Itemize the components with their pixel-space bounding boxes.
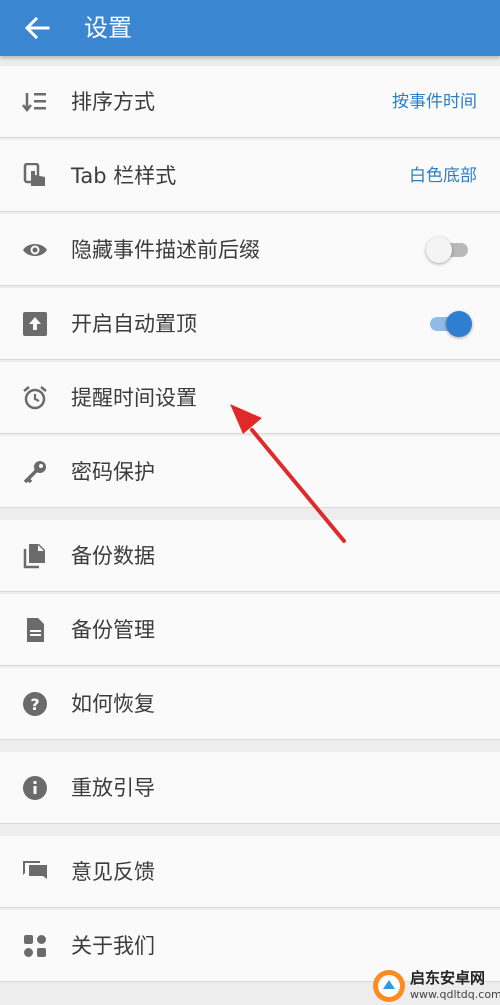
watermark: 启东安卓网 www.qdltdq.com bbox=[372, 969, 500, 1003]
watermark-logo-icon bbox=[373, 970, 405, 1002]
setting-label: 意见反馈 bbox=[71, 860, 155, 884]
auto-pin-toggle[interactable] bbox=[426, 310, 472, 338]
alarm-clock-icon bbox=[23, 386, 47, 410]
toggle-knob bbox=[446, 311, 472, 337]
toggle-knob bbox=[426, 237, 452, 263]
setting-password[interactable]: 密码保护 bbox=[0, 436, 500, 508]
setting-label: 关于我们 bbox=[71, 934, 155, 958]
setting-how-restore[interactable]: ? 如何恢复 bbox=[0, 668, 500, 740]
setting-backup-data[interactable]: 备份数据 bbox=[0, 520, 500, 592]
help-circle-icon: ? bbox=[23, 692, 47, 716]
setting-backup-manage[interactable]: 备份管理 bbox=[0, 594, 500, 666]
setting-label: 提醒时间设置 bbox=[71, 386, 197, 410]
watermark-title: 启东安卓网 bbox=[410, 969, 486, 987]
key-icon bbox=[23, 461, 46, 484]
setting-reminder-time[interactable]: 提醒时间设置 bbox=[0, 362, 500, 434]
svg-text:?: ? bbox=[30, 695, 39, 714]
touch-icon bbox=[23, 163, 45, 186]
copy-file-icon bbox=[23, 544, 45, 569]
info-icon bbox=[23, 776, 47, 800]
setting-label: 备份数据 bbox=[71, 544, 155, 568]
page-title: 设置 bbox=[84, 14, 132, 42]
document-icon bbox=[27, 618, 44, 642]
setting-hide-affix[interactable]: 隐藏事件描述前后缀 bbox=[0, 214, 500, 286]
setting-label: 开启自动置顶 bbox=[71, 312, 197, 336]
setting-tab-style[interactable]: Tab 栏样式 白色底部 bbox=[0, 140, 500, 212]
back-button[interactable] bbox=[18, 10, 58, 46]
app-grid-icon bbox=[24, 935, 46, 957]
upload-box-icon bbox=[23, 312, 47, 336]
app-bar: 设置 bbox=[0, 0, 500, 56]
setting-label: 如何恢复 bbox=[71, 692, 155, 716]
setting-label: 重放引导 bbox=[71, 776, 155, 800]
setting-label: 隐藏事件描述前后缀 bbox=[71, 238, 260, 262]
setting-value: 按事件时间 bbox=[392, 92, 477, 112]
hide-affix-toggle[interactable] bbox=[426, 236, 472, 264]
setting-label: 备份管理 bbox=[71, 618, 155, 642]
setting-replay-guide[interactable]: 重放引导 bbox=[0, 752, 500, 824]
watermark-url: www.qdltdq.com bbox=[410, 988, 500, 1001]
arrow-back-icon bbox=[24, 16, 50, 40]
setting-sort-order[interactable]: 排序方式 按事件时间 bbox=[0, 66, 500, 138]
setting-label: 密码保护 bbox=[71, 460, 155, 484]
setting-label: 排序方式 bbox=[71, 90, 155, 114]
setting-feedback[interactable]: 意见反馈 bbox=[0, 836, 500, 908]
setting-value: 白色底部 bbox=[409, 166, 477, 186]
setting-label: Tab 栏样式 bbox=[71, 164, 177, 188]
setting-auto-pin[interactable]: 开启自动置顶 bbox=[0, 288, 500, 360]
feedback-chat-icon bbox=[23, 861, 47, 879]
eye-icon bbox=[23, 244, 47, 256]
sort-icon bbox=[22, 93, 46, 113]
